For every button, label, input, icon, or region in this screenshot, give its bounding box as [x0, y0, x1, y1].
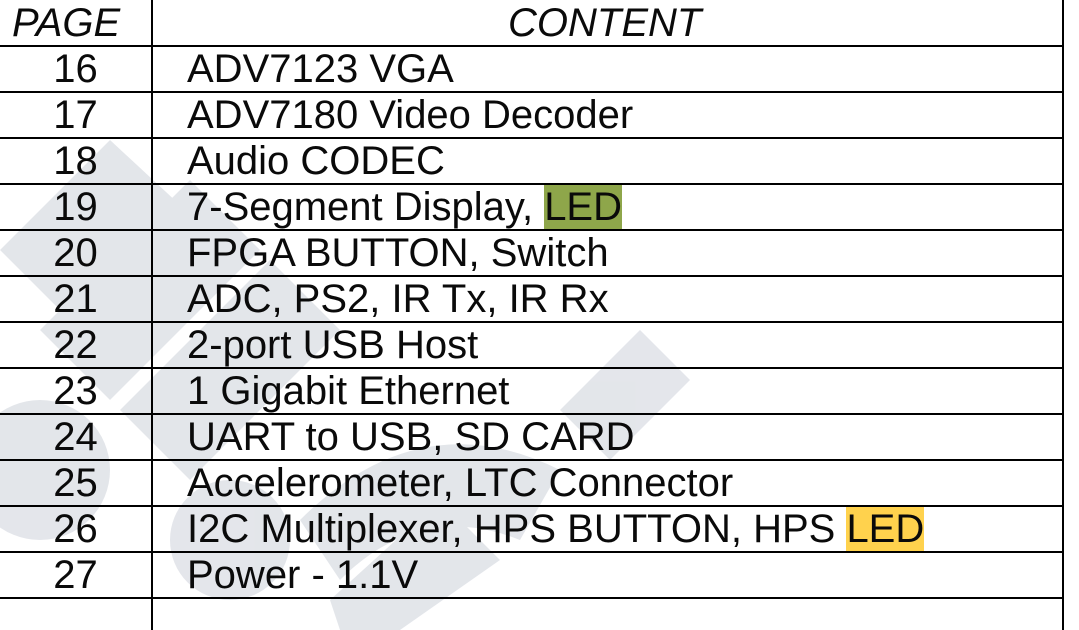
page-number: 21: [53, 277, 98, 321]
page-number: 27: [53, 553, 98, 597]
page-number: 23: [53, 369, 98, 413]
header-content: CONTENT: [508, 1, 702, 45]
content-text: 2-port USB Host: [187, 323, 479, 367]
table-row: 27 Power - 1.1V: [0, 553, 1064, 597]
table-row: 20 FPGA BUTTON, Switch: [0, 231, 1064, 275]
page-number: 16: [53, 47, 98, 91]
table-row: 22 2-port USB Host: [0, 323, 1064, 367]
table-header: PAGE CONTENT: [0, 1, 1064, 45]
table-row: 21 ADC, PS2, IR Tx, IR Rx: [0, 277, 1064, 321]
table-row: 18 Audio CODEC: [0, 139, 1064, 183]
content-text: 1 Gigabit Ethernet: [187, 369, 510, 413]
page-number: 24: [53, 415, 98, 459]
content-text: ADV7123 VGA: [187, 47, 454, 91]
content-text: 7-Segment Display, LED: [187, 185, 622, 229]
table-row: 26 I2C Multiplexer, HPS BUTTON, HPS LED: [0, 507, 1064, 551]
led-highlight: LED: [846, 507, 925, 551]
page-number: 17: [53, 93, 98, 137]
table-row: 23 1 Gigabit Ethernet: [0, 369, 1064, 413]
page-number: 20: [53, 231, 98, 275]
page-number: 19: [53, 185, 98, 229]
table-row: 17 ADV7180 Video Decoder: [0, 93, 1064, 137]
content-text: UART to USB, SD CARD: [187, 415, 635, 459]
page-number: 18: [53, 139, 98, 183]
content-text: ADV7180 Video Decoder: [187, 93, 634, 137]
content-text: ADC, PS2, IR Tx, IR Rx: [187, 277, 609, 321]
header-page: PAGE: [12, 1, 121, 45]
table-row: 19 7-Segment Display, LED: [0, 185, 1064, 229]
page-number: 25: [53, 461, 98, 505]
content-text: Audio CODEC: [187, 139, 445, 183]
row-divider: [0, 597, 1064, 599]
page-number: 26: [53, 507, 98, 551]
table-row: 16 ADV7123 VGA: [0, 47, 1064, 91]
content-text: FPGA BUTTON, Switch: [187, 231, 609, 275]
content-text: Power - 1.1V: [187, 553, 419, 597]
page-number: 22: [53, 323, 98, 367]
led-highlight: LED: [544, 185, 622, 229]
table-row: 24 UART to USB, SD CARD: [0, 415, 1064, 459]
content-text: Accelerometer, LTC Connector: [187, 461, 734, 505]
table-row: 25 Accelerometer, LTC Connector: [0, 461, 1064, 505]
content-text: I2C Multiplexer, HPS BUTTON, HPS LED: [187, 507, 925, 551]
